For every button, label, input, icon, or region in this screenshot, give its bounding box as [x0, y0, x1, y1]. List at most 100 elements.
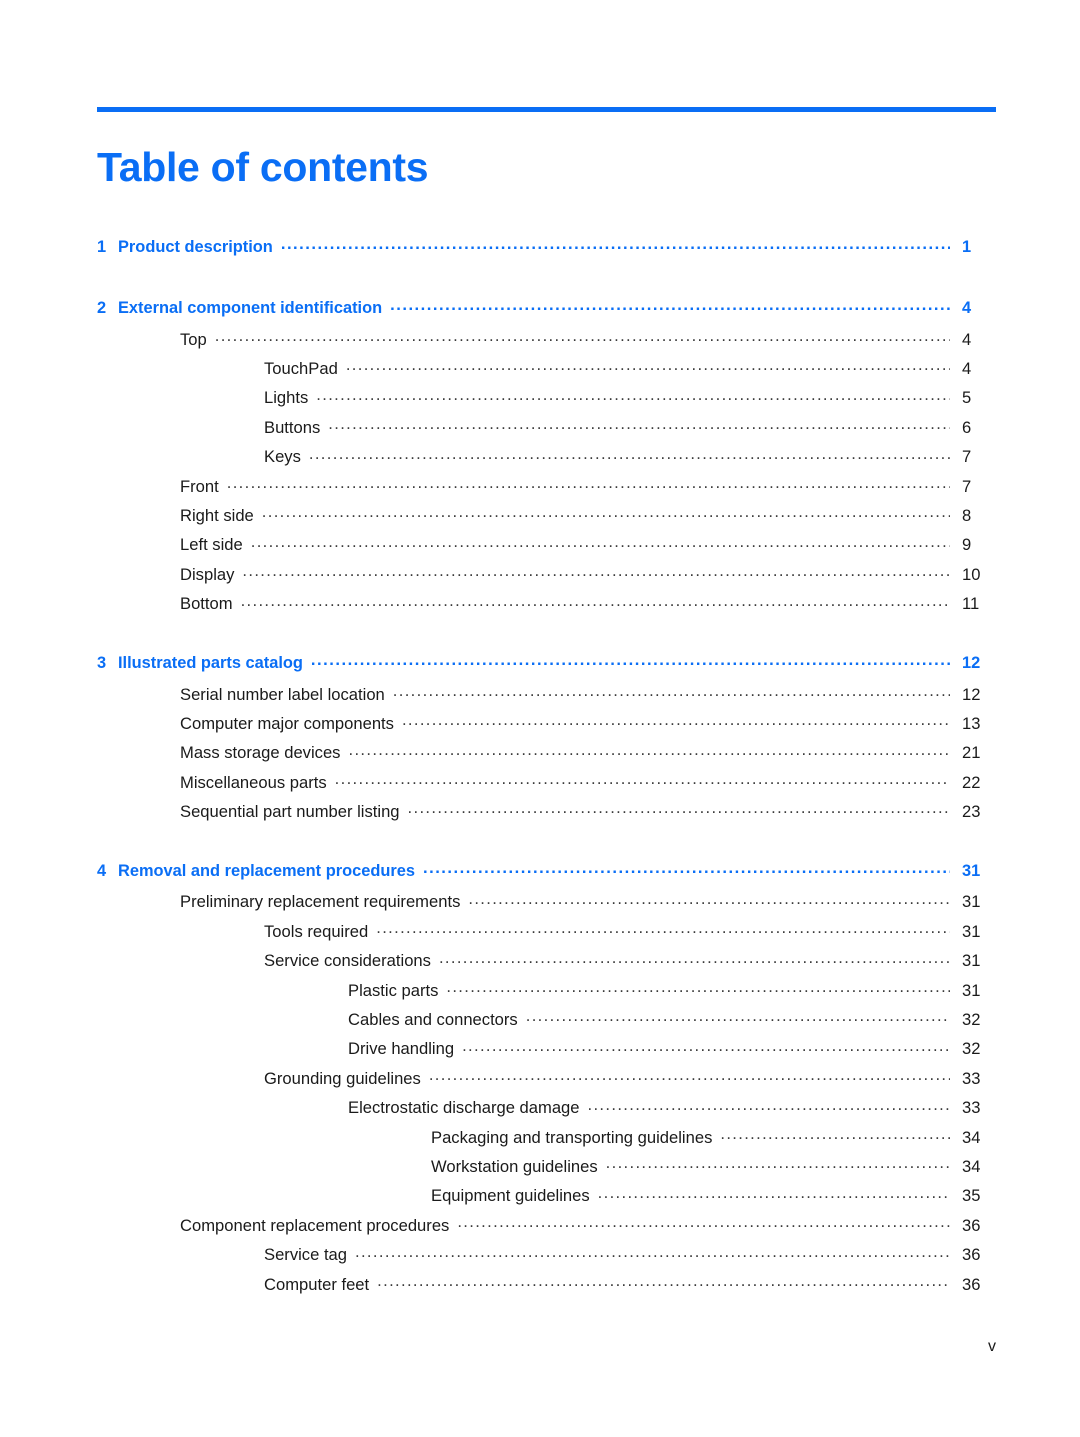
toc-entry-label: Electrostatic discharge damage: [348, 1098, 580, 1118]
toc-page-number: 23: [962, 802, 981, 822]
toc-entry-label: Service considerations: [264, 951, 431, 971]
toc-entry[interactable]: Buttons 6: [264, 416, 996, 445]
toc-page-number: 4: [962, 329, 972, 349]
toc-entry-label: TouchPad: [264, 358, 338, 378]
toc-entry-label: Grounding guidelines: [264, 1068, 421, 1088]
toc-page-number: 21: [962, 743, 981, 763]
title-rule: [97, 107, 996, 112]
toc-page-number: 31: [962, 892, 981, 912]
toc-dot-leader: [446, 979, 950, 996]
toc-entry[interactable]: Component replacement procedures 36: [180, 1214, 996, 1243]
toc-dot-leader: [439, 950, 950, 967]
toc-entry[interactable]: TouchPad 4: [264, 357, 996, 386]
toc-dot-leader: [281, 236, 950, 252]
toc-entry-label: Preliminary replacement requirements: [180, 892, 461, 912]
toc-page-number: 36: [962, 1274, 981, 1294]
toc-entry[interactable]: Plastic parts 31: [348, 979, 996, 1008]
toc-entry-label: External component identification: [118, 299, 383, 318]
toc-entry[interactable]: Packaging and transporting guidelines 34: [431, 1126, 996, 1155]
toc-dot-leader: [215, 328, 950, 345]
toc-entry-label: Buttons: [264, 417, 321, 437]
toc-entry[interactable]: Grounding guidelines 33: [264, 1067, 996, 1096]
toc-dot-leader: [262, 504, 950, 521]
toc-entry[interactable]: Display 10: [180, 563, 996, 592]
toc-dot-leader: [429, 1067, 950, 1084]
toc-entry[interactable]: Electrostatic discharge damage 33: [348, 1097, 996, 1126]
toc-chapter-number: 1: [97, 238, 107, 257]
toc-page-number: 9: [962, 535, 972, 555]
page-title: Table of contents: [97, 144, 429, 191]
toc-entry[interactable]: Top 4: [180, 328, 996, 357]
toc-entry-label: Service tag: [264, 1245, 348, 1265]
toc-entry[interactable]: Lights 5: [264, 387, 996, 416]
toc-dot-leader: [316, 387, 950, 404]
toc-entry-label: Removal and replacement procedures: [118, 862, 415, 881]
toc-page-number: 13: [962, 713, 981, 733]
toc-page-number: 7: [962, 447, 972, 467]
toc-page-number: 33: [962, 1098, 981, 1118]
table-of-contents: 1Product description1 2 External component…: [97, 236, 996, 1302]
toc-entry[interactable]: Computer feet 36: [264, 1273, 996, 1302]
toc-page-number: 34: [962, 1156, 981, 1176]
toc-chapter-entry[interactable]: 1 Product description 1: [97, 236, 996, 267]
toc-entry-label: Top: [180, 329, 207, 349]
toc-dot-leader: [468, 891, 950, 908]
toc-entry-label: Plastic parts: [348, 980, 439, 1000]
toc-entry-label: Left side: [180, 535, 243, 555]
toc-page-number: 4: [962, 299, 972, 318]
toc-entry[interactable]: Computer major components 13: [180, 712, 996, 741]
toc-entry[interactable]: Serial number label location 12: [180, 683, 996, 712]
toc-dot-leader: [720, 1126, 950, 1143]
toc-page-number: 32: [962, 1039, 981, 1059]
toc-entry[interactable]: Tools required 31: [264, 920, 996, 949]
toc-page-number: 10: [962, 564, 981, 584]
toc-entry[interactable]: Service tag 36: [264, 1244, 996, 1273]
toc-entry[interactable]: Drive handling 32: [348, 1038, 996, 1067]
toc-entry-label: Workstation guidelines: [431, 1156, 598, 1176]
page-folio: v: [988, 1338, 996, 1355]
toc-entry[interactable]: Cables and connectors 32: [348, 1008, 996, 1037]
toc-page-number: 7: [962, 476, 972, 496]
toc-page-number: 31: [962, 921, 981, 941]
toc-entry[interactable]: Workstation guidelines 34: [431, 1155, 996, 1184]
toc-page-number: 31: [962, 951, 981, 971]
toc-entry[interactable]: Equipment guidelines 35: [431, 1185, 996, 1214]
toc-entry[interactable]: Sequential part number listing 23: [180, 800, 996, 829]
toc-entry-label: Packaging and transporting guidelines: [431, 1127, 713, 1147]
toc-dot-leader: [402, 712, 950, 729]
toc-entry[interactable]: Left side 9: [180, 534, 996, 563]
toc-entry-label: Computer feet: [264, 1274, 370, 1294]
toc-entry-label: Bottom: [180, 594, 233, 614]
toc-entry[interactable]: Right side 8: [180, 504, 996, 533]
toc-chapter-entry[interactable]: 2 External component identification 4: [97, 297, 996, 328]
toc-page-number: 22: [962, 772, 981, 792]
toc-entry[interactable]: Mass storage devices 21: [180, 742, 996, 771]
toc-dot-leader: [227, 475, 950, 492]
toc-page-number: 35: [962, 1186, 981, 1206]
toc-page-number: 1: [962, 238, 972, 257]
toc-dot-leader: [457, 1214, 950, 1231]
toc-dot-leader: [335, 771, 950, 788]
toc-entry-label: Cables and connectors: [348, 1010, 518, 1030]
toc-page-number: 5: [962, 388, 972, 408]
toc-page-number: 31: [962, 980, 981, 1000]
toc-page-number: 36: [962, 1215, 981, 1235]
toc-dot-leader: [348, 742, 950, 759]
toc-chapter-entry[interactable]: 3 Illustrated parts catalog 12: [97, 652, 996, 683]
toc-entry-label: Miscellaneous parts: [180, 772, 327, 792]
toc-entry[interactable]: Preliminary replacement requirements 31: [180, 891, 996, 920]
toc-chapter-entry[interactable]: 4 Removal and replacement procedures 31: [97, 860, 996, 891]
toc-chapter-number: 2: [97, 299, 107, 318]
toc-entry[interactable]: Miscellaneous parts 22: [180, 771, 996, 800]
toc-chapter-number: 4: [97, 862, 107, 881]
toc-dot-leader: [377, 1273, 950, 1290]
toc-entry[interactable]: Keys 7: [264, 446, 996, 475]
toc-dot-leader: [598, 1185, 950, 1202]
toc-entry[interactable]: Bottom 11: [180, 593, 996, 622]
toc-page-number: 36: [962, 1245, 981, 1265]
toc-entry[interactable]: Front 7: [180, 475, 996, 504]
toc-page-number: 33: [962, 1068, 981, 1088]
toc-entry[interactable]: Service considerations 31: [264, 950, 996, 979]
toc-page-number: 31: [962, 862, 981, 881]
toc-entry-label: Equipment guidelines: [431, 1186, 590, 1206]
